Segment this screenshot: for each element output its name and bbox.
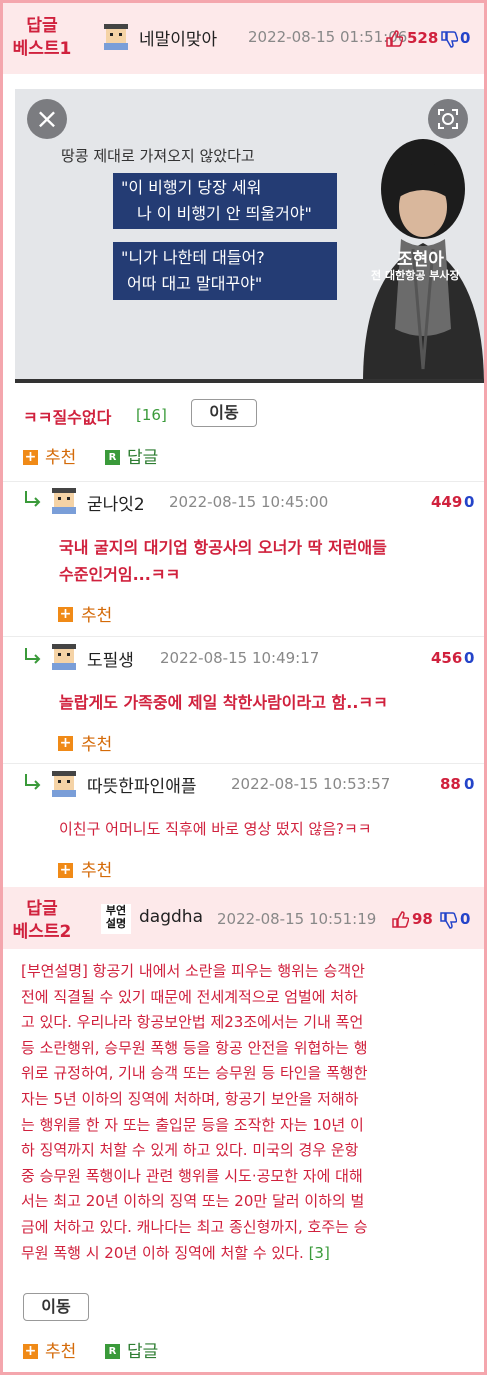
reply-arrow-icon (25, 648, 41, 664)
thumbs-down-icon[interactable] (440, 912, 457, 929)
body-line: 하 징역까지 처할 수 있게 하고 있다. 미국의 경우 운항 (21, 1141, 359, 1160)
reply-r-icon: R (105, 450, 120, 465)
downvote-count: 0 (460, 29, 471, 47)
reply-text: 놀랍게도 가족중에 제일 착한사람이라고 함..ㅋㅋ (59, 693, 388, 712)
quote-box-1: "이 비행기 당장 세워 나 이 비행기 안 띄울거야" (113, 173, 337, 229)
downvote-count: 0 (464, 493, 475, 511)
reply-count[interactable]: [3] (304, 1244, 330, 1262)
recommend-button[interactable]: 추천 (45, 1337, 76, 1362)
post-date: 2022-08-15 10:45:00 (169, 493, 329, 511)
user-avatar-icon[interactable] (49, 486, 79, 514)
image-bottom-bar (15, 379, 484, 383)
move-button[interactable]: 이동 (191, 399, 257, 427)
reply-button[interactable]: 답글 (127, 1337, 158, 1362)
best2-body-text: [부연설명] 항공기 내에서 소란을 피우는 행위는 승객안전에 직결될 수 있… (21, 959, 477, 1266)
upvote-count: 528 (407, 29, 439, 47)
post-date: 2022-08-15 10:53:57 (231, 775, 391, 793)
username[interactable]: 굳나잇2 (87, 490, 145, 515)
close-icon[interactable]: × (27, 99, 67, 139)
plus-icon: + (58, 862, 73, 878)
best2-label: 답글 베스트2 (12, 899, 72, 942)
plus-icon: + (23, 449, 38, 465)
reply-r-icon: R (105, 1344, 120, 1359)
image-caption: 땅콩 제대로 가져오지 않았다고 (61, 147, 255, 165)
body-line: 자는 5년 이하의 징역에 처하며, 항공기 보안을 저해하 (21, 1089, 359, 1108)
username[interactable]: 네말이맞아 (139, 25, 217, 50)
username[interactable]: dagdha (139, 907, 203, 927)
user-avatar-icon[interactable] (101, 22, 131, 50)
quote-box-2: "니가 나한테 대들어? 어따 대고 말대꾸야" (113, 242, 337, 300)
body-line: 중 승무원 폭행이나 관련 행위를 시도·공모한 자에 대해 (21, 1166, 363, 1185)
body-line: 서는 최고 20년 이하의 징역 또는 20만 달러 이하의 벌 (21, 1192, 365, 1211)
post-date: 2022-08-15 01:51:06 (248, 28, 408, 46)
person-title: 전 대한항공 부사장 (371, 269, 460, 282)
upvote-count: 456 (431, 649, 463, 667)
thumbs-up-icon[interactable] (392, 911, 409, 928)
body-line: 무원 폭행 시 20년 이하 징역에 처할 수 있다. [3] (21, 1243, 330, 1262)
reply-text: 이친구 어머니도 직후에 바로 영상 떴지 않음?ㅋㅋ (59, 820, 372, 838)
body-line: 금에 처하고 있다. 캐나다는 최고 종신형까지, 호주는 승 (21, 1217, 368, 1236)
username[interactable]: 따뜻한파인애플 (87, 772, 196, 797)
body-line: 위로 규정하여, 기내 승객 또는 승무원 등 타인을 폭행한 (21, 1064, 368, 1083)
recommend-button[interactable]: 추천 (81, 601, 112, 626)
body-line: 고 있다. 우리나라 항공보안법 제23조에서는 기내 폭언 (21, 1013, 364, 1032)
post-title: ㅋㅋ질수없다 (23, 408, 112, 427)
user-avatar[interactable]: 부연 설명 (101, 904, 131, 934)
body-line: 등 소란행위, 승무원 폭행 등을 항공 안전을 위협하는 행 (21, 1038, 368, 1057)
divider (3, 763, 484, 764)
reply-count[interactable]: [16] (136, 406, 167, 424)
plus-icon: + (58, 606, 73, 622)
recommend-button[interactable]: 추천 (81, 856, 112, 881)
post-date: 2022-08-15 10:51:19 (217, 910, 377, 928)
move-button[interactable]: 이동 (23, 1293, 89, 1321)
best2-header: 답글 베스트2 부연 설명 dagdha 2022-08-15 10:51:19… (3, 887, 484, 949)
plus-icon: + (58, 735, 73, 751)
recommend-button[interactable]: 추천 (45, 443, 76, 468)
best1-header: 답글 베스트1 네말이맞아 2022-08-15 01:51:06 528 0 (3, 3, 484, 74)
plus-icon: + (23, 1343, 38, 1359)
reply-arrow-icon (25, 774, 41, 790)
upvote-count: 449 (431, 493, 463, 511)
divider (3, 481, 484, 482)
best1-label: 답글 베스트1 (12, 16, 72, 59)
body-line: [부연설명] 항공기 내에서 소란을 피우는 행위는 승객안 (21, 962, 365, 980)
user-avatar-icon[interactable] (49, 642, 79, 670)
comment-panel: 답글 베스트1 네말이맞아 2022-08-15 01:51:06 528 0 … (0, 0, 487, 1375)
post-date: 2022-08-15 10:49:17 (160, 649, 320, 667)
recommend-button[interactable]: 추천 (81, 730, 112, 755)
upvote-count: 98 (412, 910, 433, 928)
username[interactable]: 도필생 (87, 646, 134, 671)
reply-text: 국내 굴지의 대기업 항공사의 오너가 딱 저런애들 수준인거임...ㅋㅋ (59, 538, 387, 584)
downvote-count: 0 (460, 910, 471, 928)
downvote-count: 0 (464, 775, 475, 793)
body-line: 전에 직결될 수 있기 때문에 전세계적으로 엄벌에 처하 (21, 987, 358, 1006)
post-image[interactable]: × 땅콩 제대로 가져오지 않았다고 "이 비행기 당장 세워 나 이 비행기 … (15, 89, 484, 383)
thumbs-down-icon[interactable] (441, 31, 458, 48)
divider (3, 636, 484, 637)
upvote-count: 88 (440, 775, 461, 793)
body-line: 는 행위를 한 자 또는 출입문 등을 조작한 자는 10년 이 (21, 1115, 364, 1134)
reply-button[interactable]: 답글 (127, 443, 158, 468)
downvote-count: 0 (464, 649, 475, 667)
thumbs-up-icon[interactable] (386, 30, 403, 47)
user-avatar-icon[interactable] (49, 769, 79, 797)
reply-arrow-icon (25, 491, 41, 507)
